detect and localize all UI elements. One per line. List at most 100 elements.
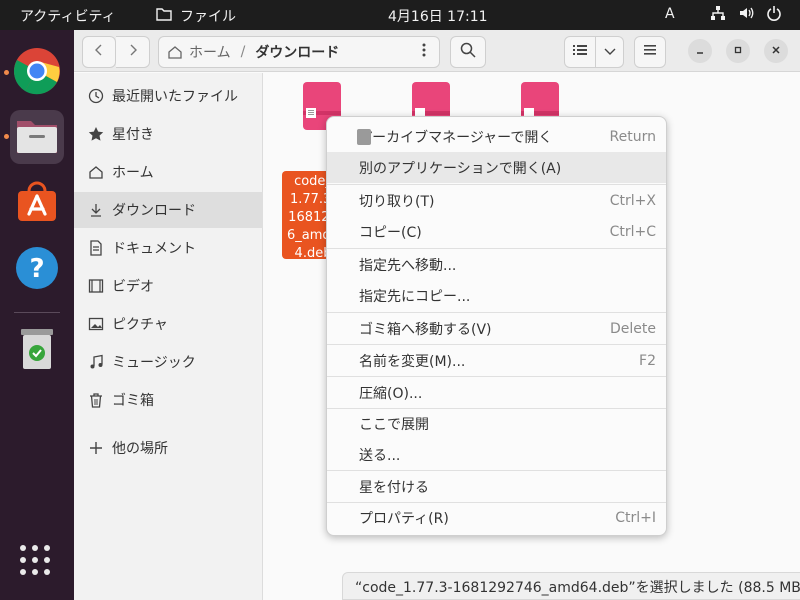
view-list-button[interactable] <box>564 36 596 68</box>
menu-item-send-to[interactable]: 送る... <box>327 439 666 470</box>
chevron-left-icon <box>94 43 104 61</box>
sidebar-item-label: ミュージック <box>112 355 196 371</box>
sidebar-item-label: ドキュメント <box>112 241 196 257</box>
top-bar: アクティビティ ファイル 4月16日 17:11 A <box>0 0 800 30</box>
activities-button[interactable]: アクティビティ <box>20 6 116 26</box>
app-menu[interactable]: ファイル <box>156 6 236 26</box>
menu-item-open-with[interactable]: 別のアプリケーションで開く(A) <box>327 152 666 183</box>
close-button[interactable] <box>764 39 788 63</box>
video-icon <box>88 278 104 294</box>
menu-item-copy[interactable]: コピー(C) Ctrl+C <box>327 216 666 247</box>
sidebar-item-recent[interactable]: 最近開いたファイル <box>74 78 263 114</box>
menu-item-compress[interactable]: 圧縮(O)... <box>327 377 666 408</box>
sidebar-item-label: ホーム <box>112 165 154 181</box>
help-icon: ? <box>15 246 59 294</box>
sidebar-item-label: ビデオ <box>112 279 154 295</box>
dock-chrome[interactable] <box>10 46 64 100</box>
menu-item-copy-to[interactable]: 指定先にコピー... <box>327 280 666 311</box>
menu-item-accel: Return <box>609 128 656 145</box>
dock-help[interactable]: ? <box>10 243 64 297</box>
clock[interactable]: 4月16日 17:11 <box>388 6 488 26</box>
sidebar-item-label: 他の場所 <box>112 441 168 457</box>
home-icon <box>168 46 182 59</box>
minimize-icon <box>695 44 705 58</box>
sidebar-item-home[interactable]: ホーム <box>74 154 263 190</box>
path-bar[interactable]: ホーム / ダウンロード <box>158 36 440 68</box>
picture-icon <box>88 316 104 332</box>
menu-item-accel: Ctrl+I <box>615 509 656 526</box>
menu-item-star[interactable]: 星を付ける <box>327 471 666 502</box>
sidebar-item-documents[interactable]: ドキュメント <box>74 230 263 266</box>
dock: ? <box>0 30 74 600</box>
dock-separator <box>14 312 60 313</box>
menu-item-label: 指定先にコピー... <box>359 288 471 305</box>
chevron-right-icon <box>128 43 138 61</box>
sidebar-item-label: ゴミ箱 <box>112 393 154 409</box>
path-separator: / <box>240 44 246 60</box>
sidebar-item-pictures[interactable]: ピクチャ <box>74 306 263 342</box>
sidebar-item-trash[interactable]: ゴミ箱 <box>74 382 263 418</box>
search-icon <box>460 42 476 62</box>
menu-item-move-to-trash[interactable]: ゴミ箱へ移動する(V) Delete <box>327 313 666 344</box>
folder-icon <box>156 7 172 25</box>
path-home[interactable]: ホーム <box>167 42 231 62</box>
dock-trash[interactable] <box>10 324 64 378</box>
menu-item-rename[interactable]: 名前を変更(M)... F2 <box>327 345 666 376</box>
sidebar-item-other-locations[interactable]: 他の場所 <box>74 430 263 466</box>
menu-item-accel: Ctrl+C <box>609 223 656 240</box>
sidebar-item-videos[interactable]: ビデオ <box>74 268 263 304</box>
menu-item-label: コピー(C) <box>359 224 422 241</box>
header-bar: ホーム / ダウンロード <box>74 30 800 72</box>
chevron-down-icon <box>604 44 616 60</box>
menu-item-label: 圧縮(O)... <box>359 385 423 402</box>
star-icon <box>88 126 104 142</box>
menu-item-extract-here[interactable]: ここで展開 <box>327 408 666 439</box>
menu-item-label: 星を付ける <box>359 479 429 496</box>
path-menu-button[interactable] <box>408 36 440 68</box>
software-store-icon <box>15 179 59 227</box>
power-icon <box>766 5 782 21</box>
sidebar-item-music[interactable]: ミュージック <box>74 344 263 380</box>
minimize-button[interactable] <box>688 39 712 63</box>
status-bar: “code_1.77.3-1681292746_amd64.deb”を選択しまし… <box>342 572 800 600</box>
dock-software[interactable] <box>10 176 64 230</box>
svg-text:?: ? <box>29 254 44 284</box>
menu-item-cut[interactable]: 切り取り(T) Ctrl+X <box>327 185 666 216</box>
show-apps-button[interactable] <box>20 545 54 579</box>
document-icon <box>88 240 104 256</box>
chrome-icon <box>13 47 61 99</box>
dock-files[interactable] <box>10 110 64 164</box>
archive-manager-icon <box>357 128 371 145</box>
sidebar-item-label: 星付き <box>112 127 154 143</box>
back-button[interactable] <box>82 36 116 68</box>
trash-bin-icon <box>19 327 55 375</box>
menu-item-properties[interactable]: プロパティ(R) Ctrl+I <box>327 502 666 533</box>
view-options-button[interactable] <box>596 36 624 68</box>
running-indicator <box>4 134 9 139</box>
menu-item-open-archive-manager[interactable]: アーカイブマネージャーで開く Return <box>327 121 666 152</box>
forward-button[interactable] <box>116 36 150 68</box>
menu-item-move-to[interactable]: 指定先へ移動... <box>327 249 666 280</box>
clock-icon <box>88 88 104 104</box>
running-indicator <box>4 70 9 75</box>
sidebar-item-label: ダウンロード <box>112 203 196 219</box>
system-tray[interactable] <box>710 5 782 21</box>
sidebar-item-starred[interactable]: 星付き <box>74 116 263 152</box>
menu-item-label: 名前を変更(M)... <box>359 353 466 370</box>
search-button[interactable] <box>450 36 486 68</box>
list-view-icon <box>573 44 587 60</box>
main-menu-button[interactable] <box>634 36 666 68</box>
home-icon <box>88 164 104 180</box>
maximize-button[interactable] <box>726 39 750 63</box>
sidebar-item-downloads[interactable]: ダウンロード <box>74 192 263 228</box>
menu-item-label: 送る... <box>359 447 401 464</box>
sidebar: 最近開いたファイル 星付き ホーム ダウンロード ドキュメント ビデオ ピクチャ <box>74 73 263 600</box>
maximize-icon <box>733 44 743 58</box>
input-method-indicator[interactable]: A <box>665 6 675 22</box>
sidebar-item-label: 最近開いたファイル <box>112 89 238 105</box>
sidebar-item-label: ピクチャ <box>112 317 168 333</box>
path-current[interactable]: ダウンロード <box>255 42 339 62</box>
music-icon <box>88 354 104 370</box>
menu-item-accel: F2 <box>639 352 656 369</box>
volume-icon <box>738 5 754 21</box>
